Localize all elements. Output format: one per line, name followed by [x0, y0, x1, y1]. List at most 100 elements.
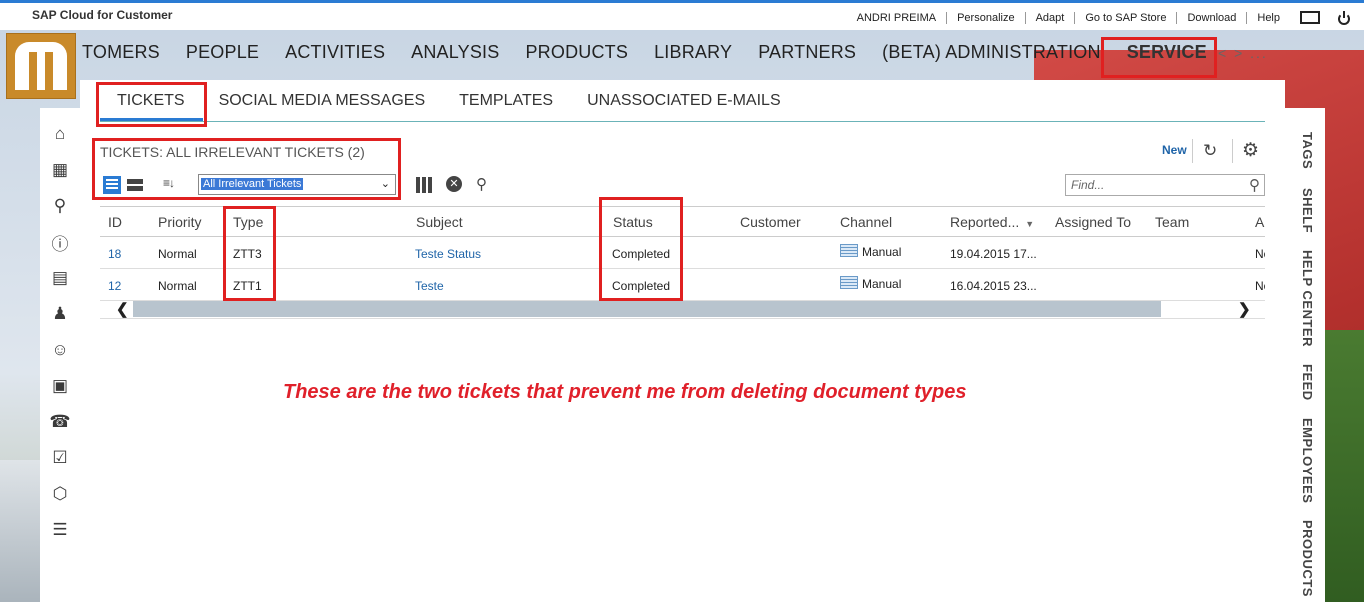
ticket-reported: 16.04.2015 23...: [950, 279, 1037, 293]
scroll-right-icon[interactable]: ❯: [1238, 300, 1251, 318]
sort-icon[interactable]: ≡↓: [163, 176, 175, 190]
col-subject[interactable]: Subject: [416, 214, 463, 230]
new-button[interactable]: New: [1162, 143, 1187, 157]
sort-desc-icon: ▼: [1025, 219, 1035, 229]
table-header: ID Priority Type Subject Status Customer…: [100, 206, 1265, 237]
tab-tickets[interactable]: TICKETS: [117, 92, 185, 110]
ticket-priority: Normal: [158, 247, 197, 261]
ticket-subject-link[interactable]: Teste: [415, 279, 444, 293]
tasks-icon[interactable]: ☑: [50, 448, 70, 468]
nav-partners[interactable]: PARTNERS: [758, 42, 856, 63]
query-select[interactable]: All Irrelevant Tickets ⌄: [198, 174, 396, 195]
personalize-link[interactable]: Personalize: [946, 11, 1024, 24]
people-icon[interactable]: ♟: [50, 304, 70, 324]
query-select-value: All Irrelevant Tickets: [201, 178, 304, 190]
ticket-channel-label: Manual: [862, 277, 902, 291]
ticket-type: ZTT1: [233, 279, 262, 293]
table-row[interactable]: 18 Normal ZTT3 Teste Status Completed Ma…: [100, 237, 1265, 269]
product-box-icon[interactable]: ⬡: [50, 484, 70, 504]
clear-filter-icon[interactable]: ✕: [446, 176, 462, 192]
zoom-search-icon[interactable]: ⚲: [476, 176, 487, 194]
brand-title: SAP Cloud for Customer: [32, 8, 173, 22]
nav-service[interactable]: SERVICE: [1127, 42, 1207, 63]
company-logo: [6, 33, 76, 99]
col-type[interactable]: Type: [233, 214, 263, 230]
table-row[interactable]: 12 Normal ZTT1 Teste Completed Manual 16…: [100, 269, 1265, 301]
col-ap[interactable]: Ap: [1255, 214, 1265, 230]
col-customer[interactable]: Customer: [740, 214, 801, 230]
nav-administration[interactable]: (BETA) ADMINISTRATION: [882, 42, 1101, 63]
side-tab-help-center[interactable]: HELP CENTER: [1300, 250, 1315, 347]
appointments-icon[interactable]: ▣: [50, 376, 70, 396]
ticket-ap: No: [1255, 247, 1265, 261]
ticket-channel-label: Manual: [862, 245, 902, 259]
chevron-down-icon: ⌄: [380, 178, 390, 190]
side-tab-tags[interactable]: TAGS: [1300, 132, 1315, 169]
logout-power-icon[interactable]: [1338, 10, 1350, 25]
manual-channel-icon: [840, 244, 858, 257]
tab-social-media[interactable]: SOCIAL MEDIA MESSAGES: [219, 92, 426, 110]
search-icon: ⚲: [1249, 177, 1260, 194]
horizontal-scrollbar[interactable]: ❮ ❯: [100, 300, 1265, 319]
divider: [1232, 139, 1233, 163]
nav-products[interactable]: PRODUCTS: [525, 42, 628, 63]
scroll-left-icon[interactable]: ❮: [116, 300, 129, 318]
ticket-id-link[interactable]: 12: [108, 279, 121, 293]
ticket-id-link[interactable]: 18: [108, 247, 121, 261]
find-input[interactable]: Find... ⚲: [1065, 174, 1265, 196]
tab-unassociated-emails[interactable]: UNASSOCIATED E-MAILS: [587, 92, 781, 110]
ticket-subject-link[interactable]: Teste Status: [415, 247, 481, 261]
columns-icon[interactable]: [416, 177, 432, 193]
ticket-ap: No: [1255, 279, 1265, 293]
tickets-table: ID Priority Type Subject Status Customer…: [100, 206, 1265, 301]
home-icon[interactable]: ⌂: [50, 124, 70, 144]
notebook-icon[interactable]: ▤: [50, 268, 70, 288]
download-link[interactable]: Download: [1176, 11, 1246, 24]
sap-store-link[interactable]: Go to SAP Store: [1074, 11, 1176, 24]
side-tab-products[interactable]: PRODUCTS: [1300, 520, 1315, 597]
ticket-status: Completed: [612, 247, 671, 261]
adapt-link[interactable]: Adapt: [1024, 11, 1075, 24]
find-placeholder: Find...: [1071, 178, 1105, 192]
side-tab-shelf[interactable]: SHELF: [1300, 188, 1315, 233]
list-title: TICKETS: ALL IRRELEVANT TICKETS (2): [100, 144, 365, 160]
gear-icon[interactable]: ⚙: [1242, 141, 1259, 160]
col-reported[interactable]: Reported... ▼: [950, 214, 1034, 230]
col-channel[interactable]: Channel: [840, 214, 892, 230]
sub-nav-divider: [100, 121, 1265, 122]
phone-icon[interactable]: ☎: [49, 412, 70, 432]
col-reported-label: Reported...: [950, 214, 1020, 230]
window-icon[interactable]: [1300, 11, 1320, 24]
side-tab-employees[interactable]: EMPLOYEES: [1300, 418, 1315, 503]
nav-library[interactable]: LIBRARY: [654, 42, 732, 63]
refresh-icon[interactable]: ↻: [1203, 142, 1221, 160]
ticket-type: ZTT3: [233, 247, 262, 261]
nav-people[interactable]: PEOPLE: [186, 42, 259, 63]
col-id[interactable]: ID: [108, 214, 122, 230]
tab-templates[interactable]: TEMPLATES: [459, 92, 553, 110]
table-view-icon[interactable]: [126, 176, 144, 194]
side-tab-feed[interactable]: FEED: [1300, 364, 1315, 401]
col-assigned-to[interactable]: Assigned To: [1055, 214, 1131, 230]
list-icon[interactable]: ☰: [50, 520, 70, 540]
nav-customers[interactable]: TOMERS: [82, 42, 160, 63]
ticket-reported: 19.04.2015 17...: [950, 247, 1037, 261]
contact-icon[interactable]: ☺: [50, 340, 70, 360]
search-icon[interactable]: ⚲: [50, 196, 70, 216]
left-icon-bar: ⌂ ▦ ⚲ ⓘ ▤ ♟ ☺ ▣ ☎ ☑ ⬡ ☰: [40, 108, 80, 602]
divider: [1192, 139, 1193, 163]
nav-scroll-more-icon[interactable]: < > ...: [1218, 45, 1268, 61]
top-links: ANDRI PREIMA Personalize Adapt Go to SAP…: [847, 10, 1350, 25]
nav-analysis[interactable]: ANALYSIS: [411, 42, 499, 63]
col-status[interactable]: Status: [613, 214, 653, 230]
background-left-scene: [0, 460, 45, 602]
help-link[interactable]: Help: [1246, 11, 1290, 24]
col-priority[interactable]: Priority: [158, 214, 202, 230]
nav-activities[interactable]: ACTIVITIES: [285, 42, 385, 63]
user-name-link[interactable]: ANDRI PREIMA: [847, 12, 946, 24]
scrollbar-thumb[interactable]: [133, 301, 1161, 317]
alert-icon[interactable]: ⓘ: [50, 232, 70, 254]
calendar-icon[interactable]: ▦: [50, 160, 70, 180]
list-view-icon[interactable]: [103, 176, 121, 194]
col-team[interactable]: Team: [1155, 214, 1189, 230]
